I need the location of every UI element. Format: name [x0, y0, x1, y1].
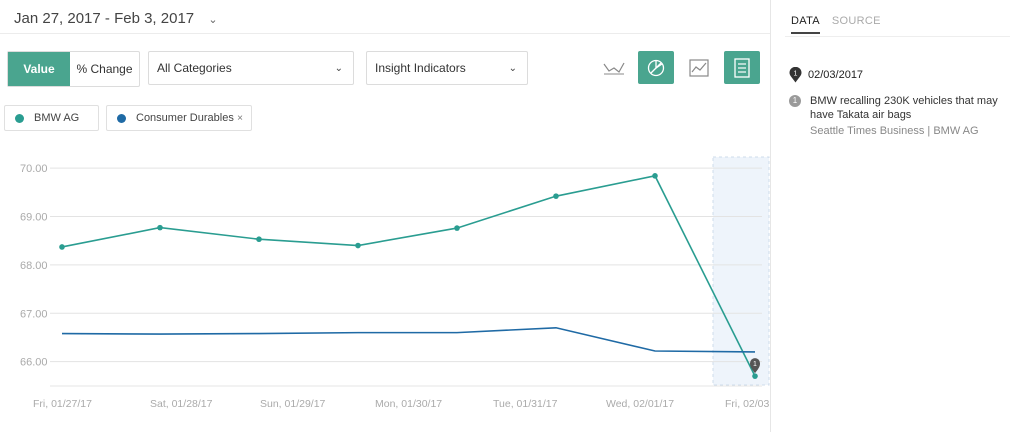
series-line-bmw-ag: [61, 174, 756, 377]
x-tick-label: Mon, 01/30/17: [375, 398, 442, 410]
x-tick-label: Fri, 01/27/17: [33, 398, 92, 410]
event-pin-icon: 1: [789, 67, 802, 83]
category-select[interactable]: All Categories ⌄: [148, 51, 354, 85]
legend-item-bmw-ag[interactable]: BMW AG: [4, 105, 99, 131]
insight-select-value: Insight Indicators: [375, 61, 466, 75]
event-source-line: Seattle Times Business | BMW AG: [810, 124, 999, 138]
event-number-badge: 1: [789, 95, 801, 107]
line-chart: 70.00 69.00 68.00 67.00 66.00 Fri, 01/27/17 Sa…: [20, 156, 770, 410]
panel-tabs: DATA SOURCE: [791, 15, 881, 34]
tabs-divider: [785, 36, 1010, 37]
data-point: [454, 225, 460, 231]
compare-icon[interactable]: [638, 51, 674, 84]
percent-change-toggle-button[interactable]: % Change: [70, 52, 139, 86]
series-line-consumer-durables: [61, 326, 756, 353]
event-item[interactable]: 1 BMW recalling 230K vehicles that may h…: [789, 94, 999, 138]
date-range-picker[interactable]: Jan 27, 2017 - Feb 3, 2017 ⌄: [14, 10, 218, 27]
header-divider: [0, 33, 770, 34]
highlight-band: [712, 156, 770, 386]
chevron-down-icon: ⌄: [508, 62, 517, 74]
event-date-row: 1 02/03/2017: [789, 67, 863, 83]
legend-item-consumer-durables[interactable]: Consumer Durables ×: [106, 105, 252, 131]
x-tick-label: Wed, 02/01/17: [606, 398, 674, 410]
tab-source[interactable]: SOURCE: [832, 15, 881, 34]
legend-dot: [117, 113, 126, 123]
chart-workspace: Jan 27, 2017 - Feb 3, 2017 ⌄ Value % Cha…: [0, 0, 770, 432]
category-select-value: All Categories: [157, 61, 232, 75]
x-tick-label: Tue, 01/31/17: [493, 398, 558, 410]
y-tick-label: 67.00: [20, 308, 48, 320]
data-point: [355, 242, 361, 249]
event-pin-number: 1: [753, 361, 757, 368]
table-icon[interactable]: [724, 51, 760, 84]
data-point: [553, 193, 559, 199]
data-point: [256, 236, 262, 243]
remove-series-button[interactable]: ×: [237, 113, 243, 124]
event-date: 02/03/2017: [808, 69, 864, 81]
date-range-label: Jan 27, 2017 - Feb 3, 2017: [14, 10, 195, 27]
event-entity: BMW AG: [933, 125, 979, 137]
legend-dot: [15, 113, 24, 123]
line-chart-icon[interactable]: [596, 51, 632, 84]
insights-panel: DATA SOURCE 1 02/03/2017 1 BMW recalling…: [771, 0, 1010, 432]
event-pin-number: 1: [794, 71, 798, 78]
chevron-down-icon: ⌄: [208, 14, 218, 26]
event-source[interactable]: Seattle Times Business: [810, 125, 924, 137]
event-headline: BMW recalling 230K vehicles that may hav…: [810, 95, 998, 121]
x-tick-label: Sun, 01/29/17: [260, 398, 326, 410]
value-change-toggle: Value % Change: [7, 51, 140, 87]
area-chart-icon[interactable]: [681, 51, 717, 84]
x-tick-label: Sat, 01/28/17: [150, 398, 213, 410]
insight-indicators-select[interactable]: Insight Indicators ⌄: [366, 51, 528, 85]
x-tick-label: Fri, 02/03: [725, 398, 770, 410]
value-toggle-button[interactable]: Value: [8, 52, 70, 86]
y-tick-label: 70.00: [20, 163, 48, 175]
y-tick-label: 69.00: [20, 211, 48, 223]
data-point: [652, 173, 658, 179]
source-separator: |: [927, 125, 931, 137]
data-point: [752, 373, 758, 379]
tab-data[interactable]: DATA: [791, 15, 820, 34]
legend-label: BMW AG: [34, 112, 80, 124]
y-tick-label: 66.00: [20, 357, 48, 369]
legend-label: Consumer Durables: [136, 112, 234, 124]
chevron-down-icon: ⌄: [334, 62, 343, 74]
data-point: [157, 224, 163, 231]
y-tick-label: 68.00: [20, 260, 48, 272]
data-point: [59, 244, 65, 250]
